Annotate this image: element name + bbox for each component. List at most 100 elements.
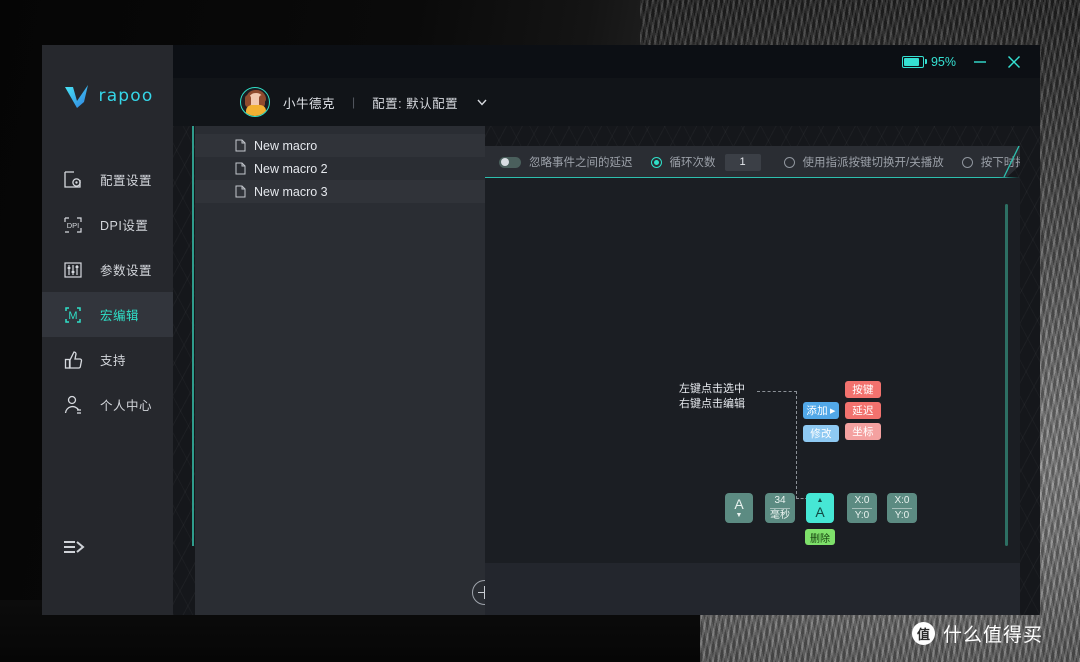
screen: 95% 小牛德克 | 配置: 默认配置 rapoo 配置设置 DPI DPI设置… [0,0,1080,662]
sidebar-item-personal-center[interactable]: 个人中心 [42,382,173,427]
menu-item-label: 修改 [810,428,832,440]
step-bottom-label: Y:0 [894,509,910,521]
play-on-press-radio[interactable] [962,157,973,168]
sidebar-item-macro-editor[interactable]: M 宏编辑 [42,292,173,337]
editor-scrollbar[interactable] [1005,204,1008,546]
menu-item-add[interactable]: 添加 ▶ [803,402,839,419]
toggle-play-radio[interactable] [784,157,795,168]
macro-canvas[interactable]: 左键点击选中 右键点击编辑 添加 ▶ 修改 按键 延迟 坐标 A ▼ 34 毫秒… [485,178,1020,563]
brand-name: rapoo [98,86,154,106]
step-bottom-label: 毫秒 [770,509,790,521]
chevron-down-icon[interactable] [475,95,489,109]
collapse-menu-icon[interactable] [62,537,88,559]
submenu-item-label: 坐标 [852,426,874,438]
menu-item-label: 添加 [806,405,828,417]
watermark-text: 什么值得买 [943,625,1044,646]
editor-toolbar: 忽略事件之间的延迟 循环次数 使用指派按键切换开/关播放 按下时播放 [485,146,1020,178]
delete-label: 删除 [810,533,830,545]
watermark-logo: 值 [912,622,935,645]
submenu-item-coordinate[interactable]: 坐标 [845,423,881,440]
svg-text:DPI: DPI [67,221,80,230]
macro-list: New macro New macro 2 New macro 3 [195,126,485,203]
delete-step-button[interactable]: 删除 [805,529,835,545]
loop-count-radio[interactable] [651,157,662,168]
macro-m-icon: M [65,306,81,323]
loop-count-label: 循环次数 [669,157,716,169]
sidebar-item-dpi[interactable]: DPI DPI设置 [42,202,173,247]
sidebar-item-label: 参数设置 [100,264,153,278]
step-top-label: X:0 [894,494,910,506]
context-submenu: 按键 延迟 坐标 [845,381,881,440]
step-top-label: X:0 [854,494,870,506]
connector-top [757,391,797,392]
hint-line-1: 左键点击选中 [679,383,745,395]
sidebar-item-profile-settings[interactable]: 配置设置 [42,157,173,202]
sidebar-item-parameters[interactable]: 参数设置 [42,247,173,292]
sidebar-item-label: 支持 [100,354,127,368]
app-window: 95% 小牛德克 | 配置: 默认配置 rapoo 配置设置 DPI DPI设置… [42,45,1040,615]
editor-hint: 左键点击选中 右键点击编辑 [645,382,745,412]
user-name: 小牛德克 [283,96,336,111]
macro-step-card-selected[interactable]: ▲ A [806,493,834,523]
menu-item-modify[interactable]: 修改 [803,425,839,442]
profile-label: 配置: 默认配置 [372,96,459,111]
editor-footer [485,563,1020,615]
step-bottom-label: Y:0 [854,509,870,521]
user-separator: | [352,95,356,109]
watermark: 值 什么值得买 [912,620,1043,647]
hint-line-2: 右键点击编辑 [679,398,745,410]
macro-name: New macro 2 [254,161,328,176]
step-top-label: 34 [774,494,786,506]
ignore-delay-toggle[interactable] [499,157,521,168]
dpi-icon: DPI [64,216,82,233]
context-menu: 添加 ▶ 修改 [803,402,839,442]
title-bar: 95% [173,45,1040,78]
loop-count-input[interactable] [725,154,761,171]
close-button[interactable] [1004,52,1024,72]
step-bottom-label: A [815,503,825,520]
macro-step-card[interactable]: A ▼ [725,493,753,523]
submenu-item-key[interactable]: 按键 [845,381,881,398]
sidebar-item-label: 配置设置 [100,174,153,188]
step-top-label: A [734,495,744,512]
list-item[interactable]: New macro 3 [195,180,485,203]
sidebar-item-support[interactable]: 支持 [42,337,173,382]
user-icon [64,395,81,414]
macro-editor-panel: 忽略事件之间的延迟 循环次数 使用指派按键切换开/关播放 按下时播放 [485,126,1020,615]
step-bottom-label: ▼ [735,511,743,519]
macro-step-card[interactable]: X:0 Y:0 [887,493,917,523]
toggle-play-label: 使用指派按键切换开/关播放 [802,157,944,169]
macro-step-card[interactable]: X:0 Y:0 [847,493,877,523]
ignore-delay-label: 忽略事件之间的延迟 [529,157,633,169]
connector-vertical [796,391,797,499]
macro-name: New macro [254,138,318,153]
list-item[interactable]: New macro [195,134,485,157]
sliders-icon [64,261,82,278]
macro-step-card[interactable]: 34 毫秒 [765,493,795,523]
panel-accent-line [192,126,194,546]
submenu-item-label: 延迟 [852,405,874,417]
sidebar-item-label: 个人中心 [100,399,153,413]
document-icon [235,139,246,152]
macro-name: New macro 3 [254,184,328,199]
macro-list-panel: New macro New macro 2 New macro 3 [192,126,497,615]
minimize-button[interactable] [970,52,990,72]
thumbs-up-icon [64,350,83,369]
sidebar-nav: 配置设置 DPI DPI设置 参数设置 M 宏编辑 支持 个人中心 [42,157,173,427]
battery-icon [901,55,927,68]
list-item[interactable]: New macro 2 [195,157,485,180]
submenu-item-delay[interactable]: 延迟 [845,402,881,419]
toolbar-corner-accent [1002,146,1020,178]
document-icon [235,185,246,198]
v-logo-icon [64,85,88,108]
submenu-arrow-icon: ▶ [829,407,836,415]
submenu-item-label: 按键 [852,384,874,396]
profile-settings-icon [64,170,81,188]
brand-logo: rapoo [42,73,173,119]
user-bar: 小牛德克 | 配置: 默认配置 [173,78,1040,126]
document-icon [235,162,246,175]
avatar[interactable] [240,87,270,117]
sidebar-item-label: 宏编辑 [100,309,140,323]
battery-percent-label: 95% [930,54,956,69]
battery-status: 95% [901,54,956,69]
